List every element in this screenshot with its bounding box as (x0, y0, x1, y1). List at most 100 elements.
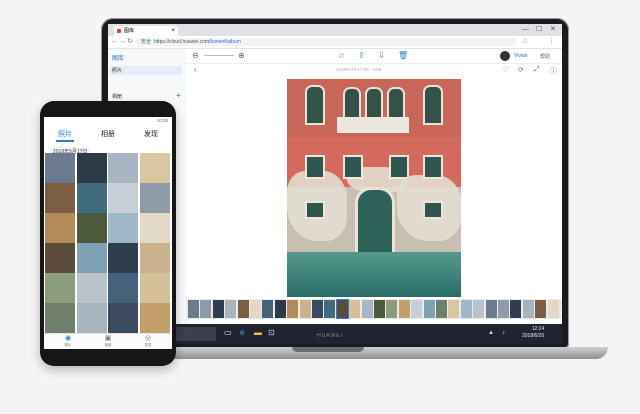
filmstrip-thumbnail[interactable] (386, 300, 398, 318)
share-icon[interactable]: ⊘ (338, 51, 345, 61)
filmstrip-thumbnail[interactable] (349, 300, 361, 318)
phone-photo-tile[interactable] (45, 213, 75, 243)
photo-window (423, 155, 443, 179)
zoom-in-icon[interactable]: ⊕ (238, 51, 245, 61)
phone-tab-albums[interactable]: 相册 (87, 129, 129, 139)
phone-photo-tile[interactable] (108, 303, 138, 333)
nav-discover-icon[interactable]: ◎ (138, 335, 158, 343)
favorite-icon[interactable]: ♡ (502, 66, 508, 74)
phone-photo-tile[interactable] (45, 273, 75, 303)
phone-photo-tile[interactable] (76, 273, 107, 303)
back-chevron-icon[interactable]: ‹ (194, 65, 197, 74)
filmstrip-thumbnail[interactable] (188, 300, 199, 318)
sidebar-item-albums[interactable]: 相册 (112, 93, 122, 100)
phone-photo-tile[interactable] (108, 273, 138, 303)
phone-tab-photos[interactable]: 照片 (44, 129, 86, 139)
filmstrip-thumbnail[interactable] (448, 300, 460, 318)
delete-icon[interactable]: 🗑 (398, 51, 408, 61)
edge-icon[interactable]: e (240, 327, 244, 339)
filmstrip-thumbnail[interactable] (225, 300, 237, 318)
phone-photo-tile[interactable] (76, 183, 107, 213)
filmstrip-thumbnail[interactable] (473, 300, 485, 318)
phone-photo-tile[interactable] (139, 303, 170, 333)
browser-menu-icon[interactable]: ⋮ (548, 37, 555, 47)
phone-tab-discover[interactable]: 发现 (130, 129, 172, 139)
thumbnail-filmstrip[interactable] (186, 299, 562, 319)
phone-photo-tile[interactable] (139, 273, 170, 303)
phone-photo-tile[interactable] (108, 213, 138, 243)
filmstrip-thumbnail[interactable] (510, 300, 522, 318)
filmstrip-thumbnail[interactable] (274, 300, 286, 318)
filmstrip-thumbnail[interactable] (547, 300, 559, 318)
download-icon[interactable]: ⇩ (378, 51, 385, 61)
rotate-icon[interactable]: ⟳ (518, 66, 524, 74)
filmstrip-thumbnail[interactable] (423, 300, 435, 318)
phone-photo-tile[interactable] (76, 243, 107, 273)
phone-photo-tile[interactable] (108, 153, 138, 183)
filmstrip-thumbnail[interactable] (262, 300, 274, 318)
filmstrip-thumbnail[interactable] (522, 300, 534, 318)
filmstrip-thumbnail[interactable] (250, 300, 261, 318)
bookmark-star-icon[interactable]: ☆ (522, 37, 528, 47)
phone-photo-tile[interactable] (45, 303, 75, 333)
window-close-icon[interactable]: ✕ (550, 25, 556, 35)
phone-photo-tile[interactable] (139, 243, 170, 273)
phone-photo-tile[interactable] (45, 153, 75, 183)
filmstrip-thumbnail[interactable] (200, 300, 212, 318)
phone-photo-tile[interactable] (76, 213, 107, 243)
tab-close-icon[interactable]: × (171, 26, 175, 36)
user-avatar[interactable] (500, 51, 510, 61)
nav-photos-icon[interactable]: ◉ (58, 335, 78, 343)
filmstrip-thumbnail[interactable] (287, 300, 299, 318)
phone-photo-tile[interactable] (45, 243, 75, 273)
filmstrip-thumbnail[interactable] (335, 299, 349, 319)
upload-icon[interactable]: ⇪ (358, 51, 365, 61)
phone-photo-tile[interactable] (108, 243, 138, 273)
store-icon[interactable]: ⊡ (268, 327, 275, 339)
fullscreen-icon[interactable]: ⤢ (534, 66, 540, 74)
add-album-icon[interactable]: + (176, 91, 181, 100)
file-explorer-icon[interactable]: ▬ (254, 327, 262, 339)
zoom-slider[interactable] (204, 55, 234, 56)
phone-photo-tile[interactable] (139, 183, 170, 213)
taskbar-clock[interactable]: 12:24 2018/6/20 (522, 326, 544, 340)
filmstrip-thumbnail[interactable] (411, 300, 423, 318)
volume-icon[interactable]: ♪ (502, 327, 505, 339)
filmstrip-thumbnail[interactable] (212, 300, 224, 318)
phone-photo-tile[interactable] (45, 183, 75, 213)
phone-photo-tile[interactable] (108, 183, 138, 213)
zoom-out-icon[interactable]: ⊖ (192, 51, 199, 61)
photo-caption: 2018/6/23 17:20 · 1/69 (336, 67, 382, 72)
back-icon[interactable]: ← (111, 37, 118, 47)
filmstrip-thumbnail[interactable] (299, 300, 311, 318)
maximize-icon[interactable]: ☐ (536, 25, 542, 35)
filmstrip-thumbnail[interactable] (374, 300, 385, 318)
filmstrip-thumbnail[interactable] (312, 300, 323, 318)
phone-photo-tile[interactable] (76, 153, 107, 183)
phone-photo-tile[interactable] (76, 303, 107, 333)
browser-tab[interactable]: 图库 × (114, 26, 178, 36)
filmstrip-thumbnail[interactable] (237, 300, 249, 318)
nav-albums-icon[interactable]: ▣ (98, 335, 118, 343)
phone-photo-tile[interactable] (139, 213, 170, 243)
filmstrip-thumbnail[interactable] (498, 300, 509, 318)
phone-photo-tile[interactable] (139, 153, 170, 183)
network-icon[interactable]: ▲ (488, 327, 494, 339)
main-photo[interactable] (287, 79, 461, 297)
filmstrip-thumbnail[interactable] (361, 300, 373, 318)
filmstrip-thumbnail[interactable] (460, 300, 472, 318)
forward-icon[interactable]: → (119, 37, 126, 47)
filmstrip-thumbnail[interactable] (535, 300, 547, 318)
user-name[interactable]: Vivian (514, 53, 528, 59)
filmstrip-thumbnail[interactable] (324, 300, 336, 318)
filmstrip-thumbnail[interactable] (485, 300, 497, 318)
task-view-icon[interactable]: ▭ (224, 327, 232, 339)
filmstrip-thumbnail[interactable] (436, 300, 447, 318)
help-link[interactable]: 帮助 (540, 53, 550, 60)
info-icon[interactable]: ⓘ (550, 66, 557, 76)
url-input[interactable]: 安全 https://cloud.huawei.com/home#/album (136, 38, 516, 46)
filmstrip-thumbnail[interactable] (398, 300, 410, 318)
minimize-icon[interactable]: — (522, 25, 529, 35)
sidebar-item-photos[interactable]: 照片 (112, 67, 122, 74)
reload-icon[interactable]: ↻ (127, 37, 133, 47)
